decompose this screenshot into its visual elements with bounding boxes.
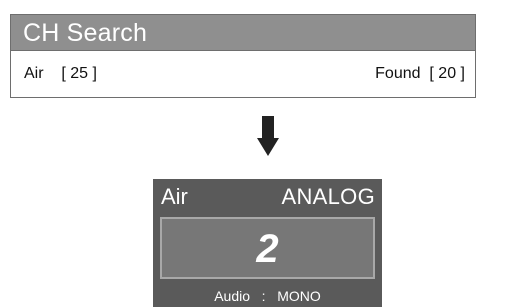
arrow-down-icon	[257, 116, 279, 156]
channel-source-label: Air	[161, 184, 188, 209]
audio-mode-label: Audio : MONO	[214, 288, 321, 304]
ch-search-panel: CH Search Air [ 25 ] Found [ 20 ]	[10, 14, 476, 98]
search-source-count: Air [ 25 ]	[24, 65, 97, 82]
channel-mode-label: ANALOG	[281, 184, 375, 209]
ch-search-header: CH Search	[11, 15, 475, 51]
ch-search-status-row: Air [ 25 ] Found [ 20 ]	[11, 51, 475, 98]
channel-number: 2	[256, 227, 279, 271]
found-count: Found [ 20 ]	[375, 65, 465, 82]
channel-number-box: 2	[160, 217, 375, 279]
ch-search-title: CH Search	[23, 19, 148, 47]
channel-banner: Air ANALOG 2 Audio : MONO	[153, 179, 382, 307]
